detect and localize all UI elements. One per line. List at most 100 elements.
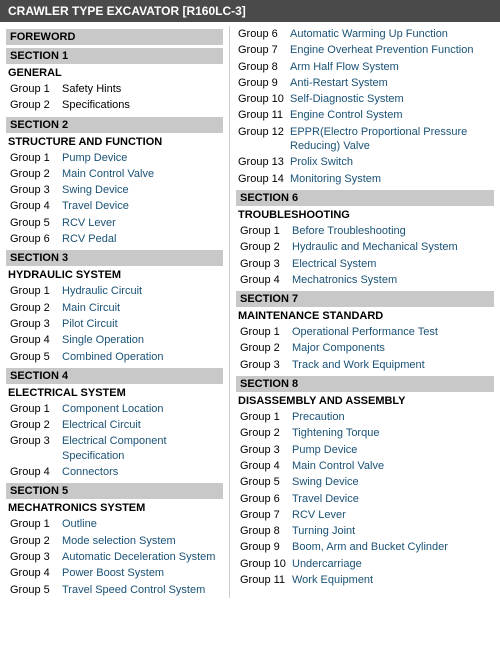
group-text: Self-Diagnostic System <box>290 92 492 106</box>
list-item[interactable]: Group 2 Major Components <box>236 340 494 356</box>
list-item[interactable]: Group 7 RCV Lever <box>236 507 494 523</box>
left-column: FOREWORD SECTION 1 GENERAL Group 1 Safet… <box>0 26 230 598</box>
list-item[interactable]: Group 1 Pump Device <box>6 150 223 166</box>
section5-header: SECTION 5 <box>6 483 223 499</box>
list-item[interactable]: Group 11 Engine Control System <box>236 107 494 123</box>
list-item[interactable]: Group 3 Pilot Circuit <box>6 316 223 332</box>
group-text: Operational Performance Test <box>292 325 492 339</box>
list-item[interactable]: Group 6 RCV Pedal <box>6 231 223 247</box>
group-text: Pump Device <box>292 443 492 457</box>
group-text: Work Equipment <box>292 573 492 587</box>
list-item[interactable]: Group 4 Connectors <box>6 464 223 480</box>
group-text: EPPR(Electro Proportional Pressure Reduc… <box>290 125 492 154</box>
group-label: Group 1 <box>10 284 62 298</box>
section8-header: SECTION 8 <box>236 376 494 392</box>
list-item[interactable]: Group 1 Operational Performance Test <box>236 324 494 340</box>
list-item[interactable]: Group 6 Travel Device <box>236 491 494 507</box>
right-column: Group 6 Automatic Warming Up Function Gr… <box>230 26 500 598</box>
list-item[interactable]: Group 5 Combined Operation <box>6 349 223 365</box>
list-item[interactable]: Group 5 Swing Device <box>236 474 494 490</box>
list-item[interactable]: Group 4 Main Control Valve <box>236 458 494 474</box>
section7-subsection: MAINTENANCE STANDARD <box>236 309 494 323</box>
list-item[interactable]: Group 10 Undercarriage <box>236 556 494 572</box>
section2-subsection: STRUCTURE AND FUNCTION <box>6 135 223 149</box>
group-label: Group 2 <box>10 301 62 315</box>
group-label: Group 1 <box>240 224 292 238</box>
list-item[interactable]: Group 2 Main Control Valve <box>6 166 223 182</box>
list-item[interactable]: Group 3 Track and Work Equipment <box>236 357 494 373</box>
group-label: Group 1 <box>10 517 62 531</box>
group-text: Power Boost System <box>62 566 221 580</box>
section2-header: SECTION 2 <box>6 117 223 133</box>
group-label: Group 10 <box>240 557 292 571</box>
group-text: Electrical Component Specification <box>62 434 221 463</box>
group-text: Mode selection System <box>62 534 221 548</box>
list-item[interactable]: Group 13 Prolix Switch <box>236 154 494 170</box>
group-label: Group 8 <box>238 60 290 74</box>
group-text: Engine Control System <box>290 108 492 122</box>
group-text: Swing Device <box>62 183 221 197</box>
group-text: Pump Device <box>62 151 221 165</box>
group-text: Major Components <box>292 341 492 355</box>
group-label: Group 3 <box>240 358 292 372</box>
list-item[interactable]: Group 3 Automatic Deceleration System <box>6 549 223 565</box>
group-text: RCV Lever <box>292 508 492 522</box>
group-label: Group 6 <box>240 492 292 506</box>
list-item[interactable]: Group 1 Outline <box>6 516 223 532</box>
list-item[interactable]: Group 5 Travel Speed Control System <box>6 582 223 598</box>
group-label: Group 2 <box>240 341 292 355</box>
list-item[interactable]: Group 2 Tightening Torque <box>236 425 494 441</box>
group-label: Group 1 <box>240 325 292 339</box>
list-item[interactable]: Group 4 Mechatronics System <box>236 272 494 288</box>
list-item[interactable]: Group 8 Arm Half Flow System <box>236 59 494 75</box>
list-item[interactable]: Group 1 Before Troubleshooting <box>236 223 494 239</box>
list-item[interactable]: Group 3 Pump Device <box>236 442 494 458</box>
group-text: Tightening Torque <box>292 426 492 440</box>
group-text: Before Troubleshooting <box>292 224 492 238</box>
list-item[interactable]: Group 6 Automatic Warming Up Function <box>236 26 494 42</box>
section8-subsection: DISASSEMBLY AND ASSEMBLY <box>236 394 494 408</box>
group-label: Group 6 <box>10 232 62 246</box>
group-text: Prolix Switch <box>290 155 492 169</box>
foreword-header: FOREWORD <box>6 29 223 45</box>
group-label: Group 3 <box>10 317 62 331</box>
group-label: Group 12 <box>238 125 290 154</box>
list-item[interactable]: Group 4 Power Boost System <box>6 565 223 581</box>
list-item[interactable]: Group 10 Self-Diagnostic System <box>236 91 494 107</box>
list-item[interactable]: Group 1 Hydraulic Circuit <box>6 283 223 299</box>
list-item[interactable]: Group 2 Main Circuit <box>6 300 223 316</box>
section6-header: SECTION 6 <box>236 190 494 206</box>
section1-header: SECTION 1 <box>6 48 223 64</box>
list-item[interactable]: Group 3 Electrical System <box>236 256 494 272</box>
group-label: Group 5 <box>10 350 62 364</box>
group-label: Group 2 <box>240 240 292 254</box>
list-item[interactable]: Group 11 Work Equipment <box>236 572 494 588</box>
list-item[interactable]: Group 8 Turning Joint <box>236 523 494 539</box>
group-text: Automatic Warming Up Function <box>290 27 492 41</box>
list-item[interactable]: Group 1 Safety Hints <box>6 81 223 97</box>
group-text: Swing Device <box>292 475 492 489</box>
group-text: Main Control Valve <box>292 459 492 473</box>
list-item[interactable]: Group 12 EPPR(Electro Proportional Press… <box>236 124 494 155</box>
group-label: Group 4 <box>10 465 62 479</box>
section3-header: SECTION 3 <box>6 250 223 266</box>
list-item[interactable]: Group 5 RCV Lever <box>6 215 223 231</box>
list-item[interactable]: Group 2 Hydraulic and Mechanical System <box>236 239 494 255</box>
list-item[interactable]: Group 2 Specifications <box>6 97 223 113</box>
list-item[interactable]: Group 2 Electrical Circuit <box>6 417 223 433</box>
list-item[interactable]: Group 7 Engine Overheat Prevention Funct… <box>236 42 494 58</box>
list-item[interactable]: Group 1 Component Location <box>6 401 223 417</box>
group-label: Group 8 <box>240 524 292 538</box>
list-item[interactable]: Group 3 Swing Device <box>6 182 223 198</box>
list-item[interactable]: Group 4 Single Operation <box>6 332 223 348</box>
list-item[interactable]: Group 1 Precaution <box>236 409 494 425</box>
group-text: Component Location <box>62 402 221 416</box>
list-item[interactable]: Group 2 Mode selection System <box>6 533 223 549</box>
group-label: Group 5 <box>240 475 292 489</box>
list-item[interactable]: Group 9 Anti-Restart System <box>236 75 494 91</box>
list-item[interactable]: Group 9 Boom, Arm and Bucket Cylinder <box>236 539 494 555</box>
list-item[interactable]: Group 14 Monitoring System <box>236 171 494 187</box>
section6-subsection: TROUBLESHOOTING <box>236 208 494 222</box>
list-item[interactable]: Group 3 Electrical Component Specificati… <box>6 433 223 464</box>
list-item[interactable]: Group 4 Travel Device <box>6 198 223 214</box>
